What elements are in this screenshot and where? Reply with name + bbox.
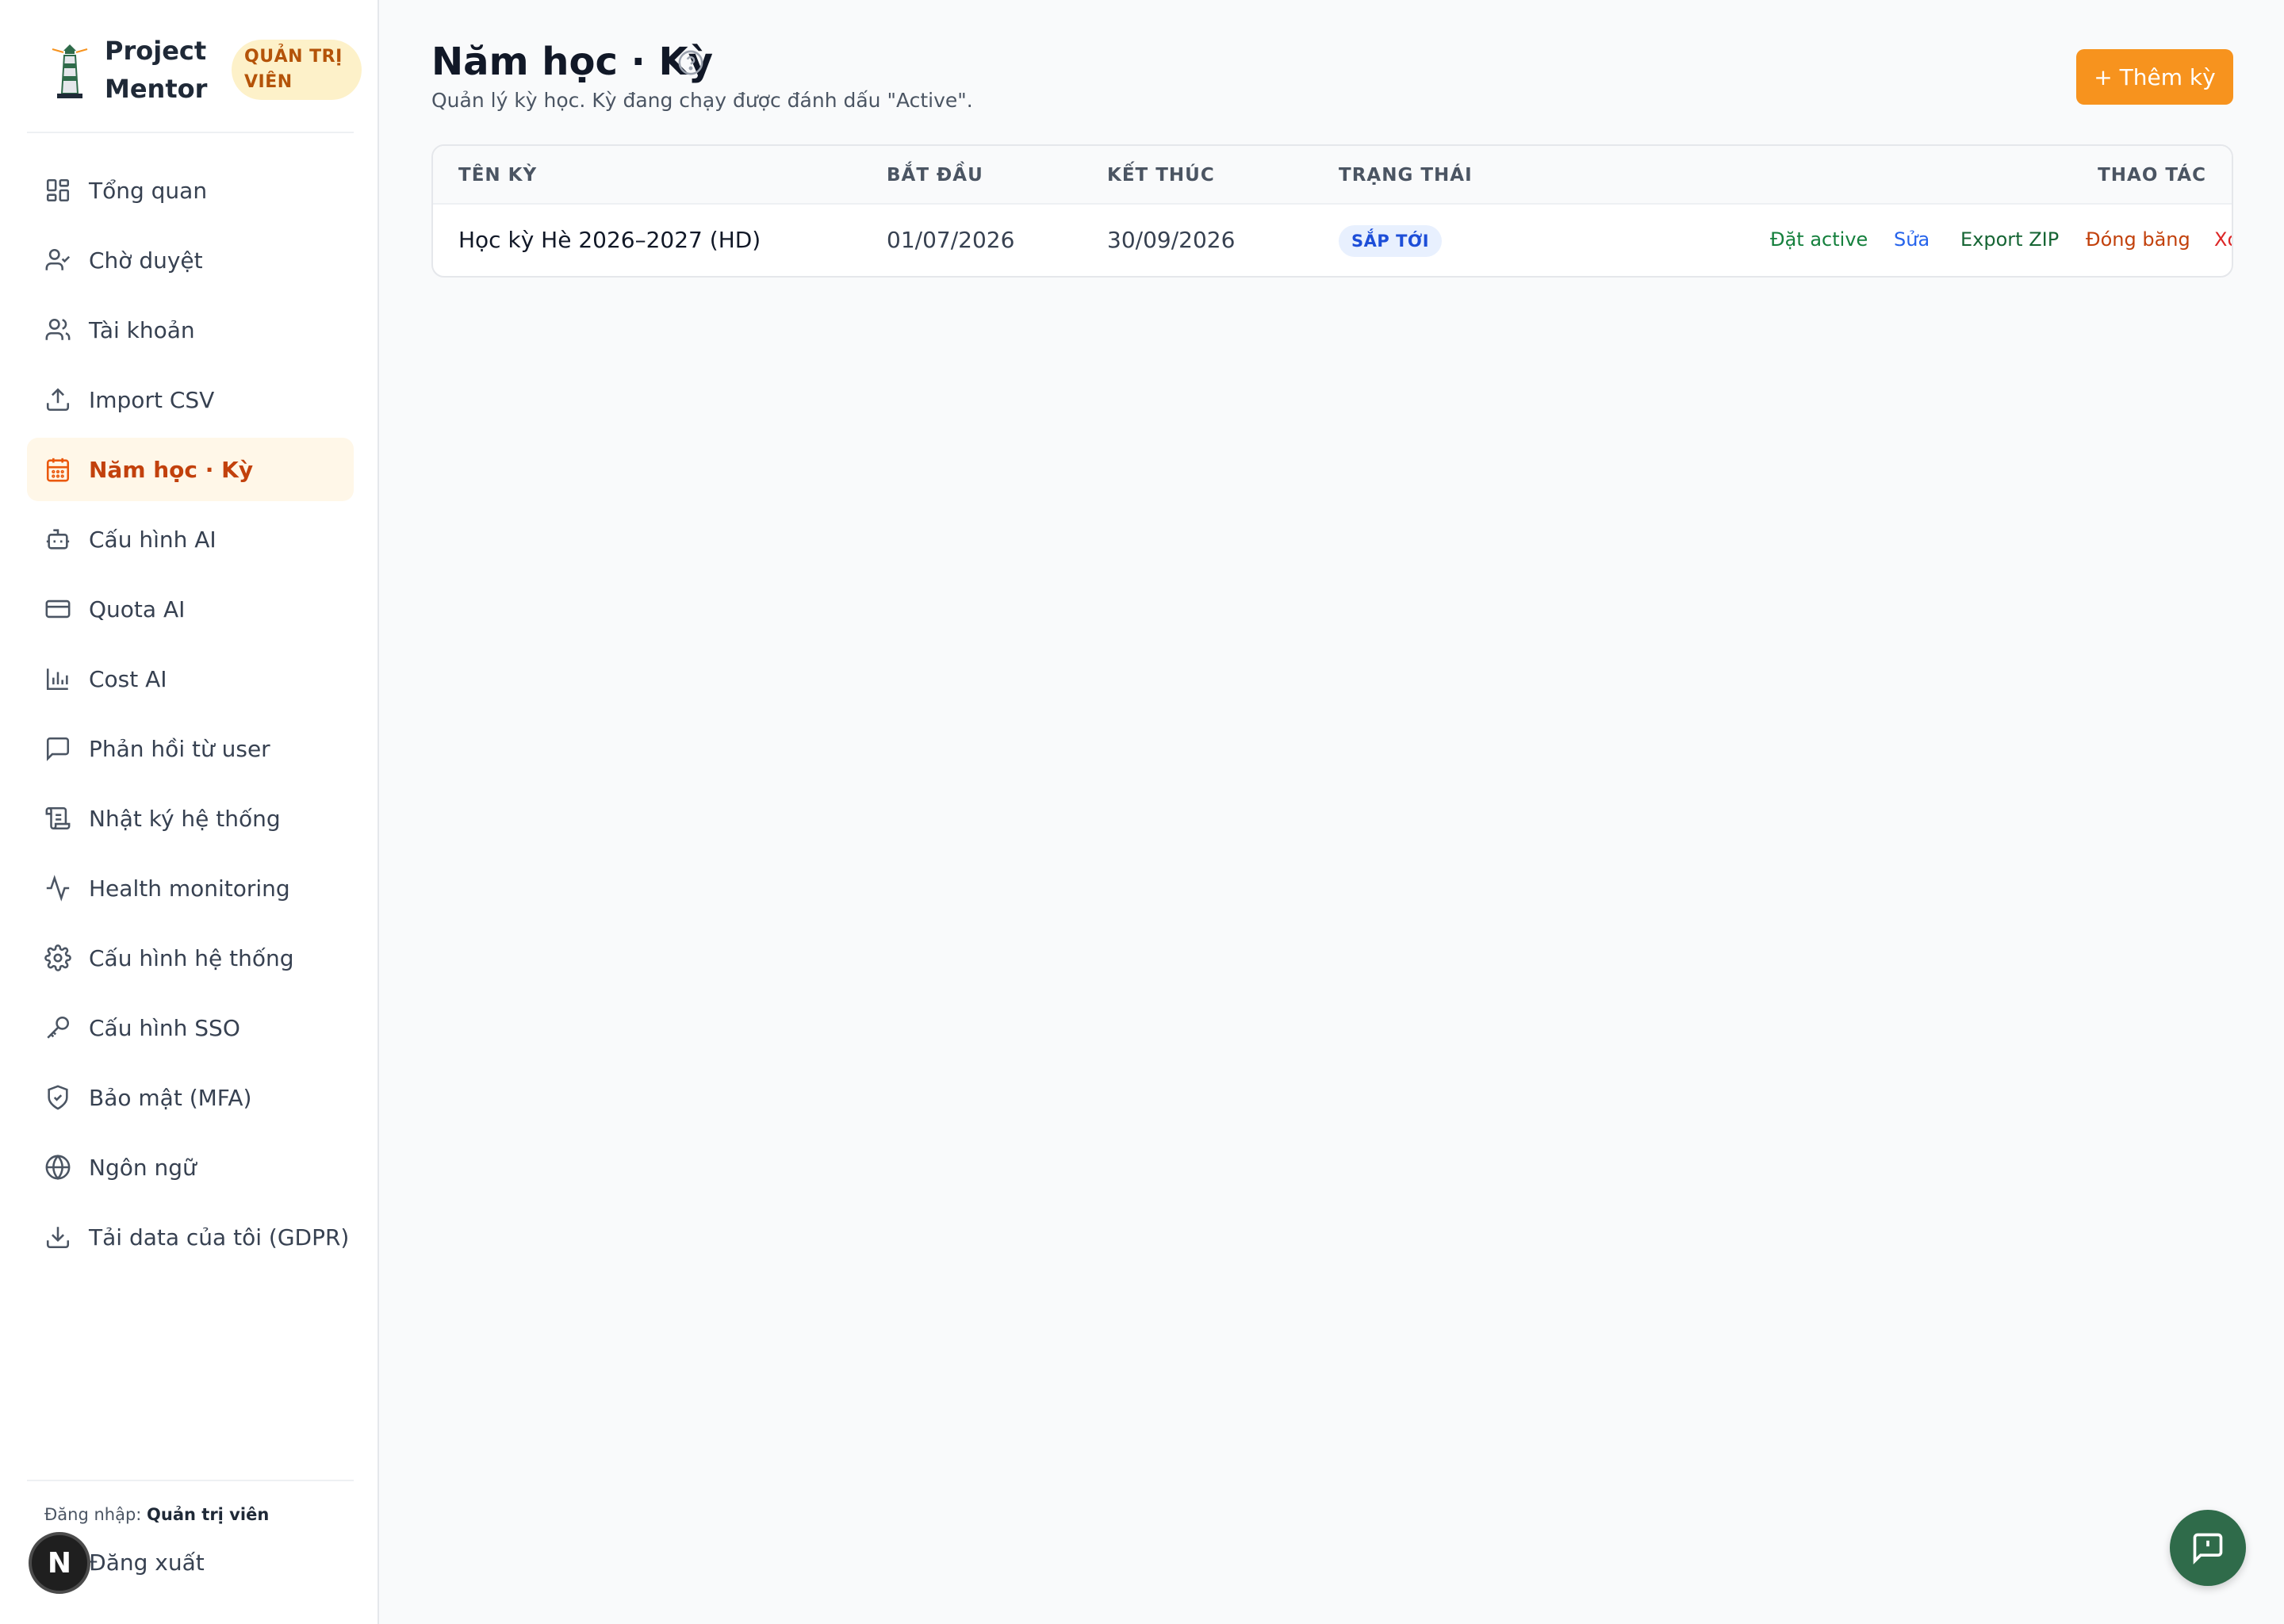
sidebar-item-label: Nhật ký hệ thống bbox=[89, 805, 281, 832]
sidebar-item-quota-ai[interactable]: Quota AI bbox=[27, 577, 354, 641]
sidebar-item-bao-mat[interactable]: Bảo mật (MFA) bbox=[27, 1066, 354, 1129]
download-icon bbox=[44, 1224, 71, 1251]
sidebar-item-cost-ai[interactable]: Cost AI bbox=[27, 647, 354, 710]
brand-name: Project Mentor bbox=[105, 36, 208, 104]
globe-icon bbox=[44, 1154, 71, 1181]
sidebar-item-cau-hinh-ai[interactable]: Cấu hình AI bbox=[27, 508, 354, 571]
sidebar-item-label: Tải data của tôi (GDPR) bbox=[89, 1224, 350, 1251]
header-name: TÊN KỲ bbox=[458, 165, 538, 186]
logout-button[interactable]: Đăng xuất bbox=[89, 1549, 205, 1576]
header-actions: THAO TÁC bbox=[2098, 165, 2206, 186]
layout-grid-icon bbox=[44, 177, 71, 204]
table-row: Học kỳ Hè 2026–2027 (HD) 01/07/2026 30/0… bbox=[433, 205, 2232, 276]
sidebar-item-label: Ngôn ngữ bbox=[89, 1154, 197, 1181]
sidebar-footer: Đăng nhập: Quản trị viên Đăng xuất bbox=[27, 1480, 354, 1576]
sidebar: Project Mentor QUẢN TRỊ VIÊN Tổng quan C… bbox=[0, 0, 379, 1624]
sidebar-item-label: Cấu hình AI bbox=[89, 526, 217, 553]
sidebar-item-phan-hoi[interactable]: Phản hồi từ user bbox=[27, 717, 354, 780]
login-user: Quản trị viên bbox=[147, 1505, 270, 1524]
sidebar-nav: Tổng quan Chờ duyệt Tài khoản Import CSV… bbox=[27, 159, 354, 1275]
export-zip-link[interactable]: Export ZIP bbox=[1960, 228, 2059, 251]
cell-end-date: 30/09/2026 bbox=[1107, 227, 1236, 253]
sidebar-item-label: Cost AI bbox=[89, 665, 167, 692]
cell-term-name: Học kỳ Hè 2026–2027 (HD) bbox=[458, 227, 761, 253]
page-subtitle: Quản lý kỳ học. Kỳ đang chạy được đánh d… bbox=[431, 89, 973, 112]
shield-icon bbox=[44, 1084, 71, 1111]
message-square-icon bbox=[44, 735, 71, 762]
sidebar-item-label: Bảo mật (MFA) bbox=[89, 1084, 252, 1111]
sidebar-item-label: Năm học · Kỳ bbox=[89, 456, 254, 483]
sidebar-item-tai-data[interactable]: Tải data của tôi (GDPR) bbox=[27, 1205, 354, 1269]
cell-start-date: 01/07/2026 bbox=[887, 227, 1015, 253]
calendar-icon bbox=[44, 456, 71, 483]
message-alert-icon bbox=[2193, 1533, 2223, 1565]
table-header: TÊN KỲ BẮT ĐẦU KẾT THÚC TRẠNG THÁI THAO … bbox=[433, 146, 2232, 205]
freeze-link[interactable]: Đóng băng bbox=[2086, 228, 2190, 251]
activity-icon bbox=[44, 875, 71, 902]
sidebar-item-label: Phản hồi từ user bbox=[89, 735, 270, 762]
scroll-icon bbox=[44, 805, 71, 832]
main-content: Năm học · Kỳ Quản lý kỳ học. Kỳ đang chạ… bbox=[379, 0, 2284, 1624]
settings-icon bbox=[44, 944, 71, 971]
login-info: Đăng nhập: Quản trị viên bbox=[44, 1505, 269, 1524]
status-badge: SẮP TỚI bbox=[1339, 225, 1443, 257]
sidebar-item-import-csv[interactable]: Import CSV bbox=[27, 368, 354, 431]
header-status: TRẠNG THÁI bbox=[1339, 165, 1473, 186]
page-title: Năm học · Kỳ bbox=[431, 40, 714, 84]
help-circle-icon[interactable] bbox=[677, 49, 704, 76]
bar-chart-icon bbox=[44, 665, 71, 692]
key-icon bbox=[44, 1014, 71, 1041]
terms-table: TÊN KỲ BẮT ĐẦU KẾT THÚC TRẠNG THÁI THAO … bbox=[431, 144, 2233, 278]
lighthouse-logo-icon bbox=[52, 44, 88, 98]
sidebar-item-label: Cấu hình SSO bbox=[89, 1014, 240, 1041]
sidebar-item-nhat-ky[interactable]: Nhật ký hệ thống bbox=[27, 787, 354, 850]
feedback-button[interactable] bbox=[2170, 1510, 2246, 1586]
sidebar-item-label: Cấu hình hệ thống bbox=[89, 944, 294, 971]
sidebar-item-ngon-ngu[interactable]: Ngôn ngữ bbox=[27, 1136, 354, 1199]
users-icon bbox=[44, 316, 71, 343]
sidebar-item-label: Tài khoản bbox=[89, 316, 195, 343]
sidebar-item-label: Import CSV bbox=[89, 386, 215, 413]
credit-card-icon bbox=[44, 596, 71, 622]
login-prefix: Đăng nhập: bbox=[44, 1505, 142, 1524]
sidebar-item-cho-duyet[interactable]: Chờ duyệt bbox=[27, 228, 354, 292]
add-term-button[interactable]: + Thêm kỳ bbox=[2076, 49, 2233, 105]
header-end: KẾT THÚC bbox=[1107, 165, 1215, 186]
next-dev-badge[interactable]: N bbox=[29, 1532, 90, 1594]
sidebar-item-cau-hinh-sso[interactable]: Cấu hình SSO bbox=[27, 996, 354, 1059]
brand-header: Project Mentor QUẢN TRỊ VIÊN bbox=[27, 29, 362, 133]
sidebar-item-nam-hoc-ky[interactable]: Năm học · Kỳ bbox=[27, 438, 354, 501]
sidebar-item-label: Health monitoring bbox=[89, 875, 290, 902]
sidebar-item-label: Tổng quan bbox=[89, 177, 208, 204]
user-check-icon bbox=[44, 247, 71, 274]
role-badge: QUẢN TRỊ VIÊN bbox=[232, 40, 362, 100]
delete-link[interactable]: Xoá bbox=[2214, 228, 2232, 251]
edit-link[interactable]: Sửa bbox=[1894, 228, 1930, 251]
sidebar-item-health[interactable]: Health monitoring bbox=[27, 856, 354, 920]
header-start: BẮT ĐẦU bbox=[887, 165, 983, 186]
sidebar-item-label: Chờ duyệt bbox=[89, 247, 203, 274]
sidebar-item-cau-hinh-he-thong[interactable]: Cấu hình hệ thống bbox=[27, 926, 354, 990]
set-active-link[interactable]: Đặt active bbox=[1770, 228, 1868, 251]
bot-icon bbox=[44, 526, 71, 553]
sidebar-item-tong-quan[interactable]: Tổng quan bbox=[27, 159, 354, 222]
sidebar-item-label: Quota AI bbox=[89, 596, 186, 622]
upload-icon bbox=[44, 386, 71, 413]
sidebar-item-tai-khoan[interactable]: Tài khoản bbox=[27, 298, 354, 362]
